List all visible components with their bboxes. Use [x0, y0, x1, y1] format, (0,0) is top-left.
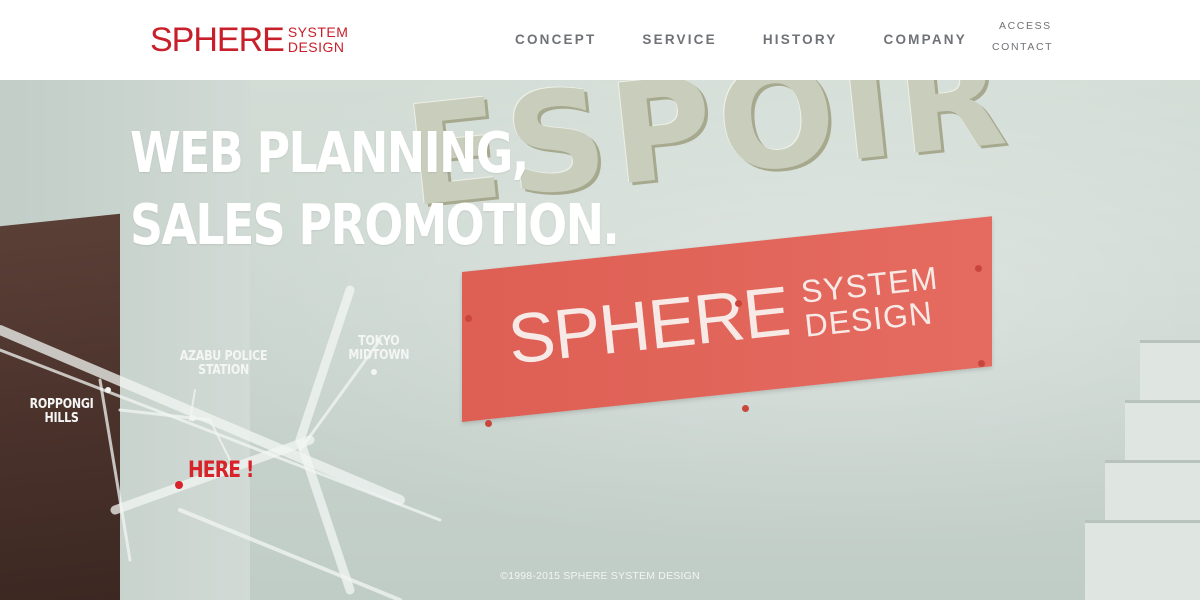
- main-nav: CONCEPT SERVICE HISTORY COMPANY: [515, 32, 967, 47]
- copyright: ©1998-2015 SPHERE SYSTEM DESIGN: [500, 570, 700, 582]
- map-label-roppongi: ROPPONGI HILLS: [29, 397, 94, 426]
- nav-history[interactable]: HISTORY: [763, 32, 838, 47]
- logo-sub-line2: DESIGN: [287, 39, 345, 55]
- nav-concept[interactable]: CONCEPT: [515, 32, 596, 47]
- map-label-tokyo-midtown: TOKYO MIDTOWN: [348, 334, 410, 363]
- location-pin-icon: [175, 481, 183, 489]
- logo-subtext: SYSTEM DESIGN: [288, 25, 349, 55]
- site-header: SPHERE SYSTEM DESIGN CONCEPT SERVICE HIS…: [0, 0, 1200, 80]
- sub-nav: ACCESS CONTACT: [992, 20, 1053, 53]
- nav-service[interactable]: SERVICE: [642, 32, 716, 47]
- access-map: [0, 285, 442, 600]
- nav-company[interactable]: COMPANY: [884, 32, 967, 47]
- hero-section: ESPOIR SPHERE SYSTEM DESIGN WEB PLANNING…: [0, 80, 1200, 600]
- nav-contact[interactable]: CONTACT: [992, 41, 1053, 53]
- site-logo[interactable]: SPHERE SYSTEM DESIGN: [150, 22, 348, 58]
- logo-wordmark: SPHERE: [150, 21, 285, 59]
- nav-access[interactable]: ACCESS: [999, 20, 1053, 32]
- map-here-label: HERE !: [188, 458, 254, 483]
- map-label-azabu: AZABU POLICE STATION: [179, 349, 268, 378]
- logo-sub-line1: SYSTEM: [287, 24, 349, 40]
